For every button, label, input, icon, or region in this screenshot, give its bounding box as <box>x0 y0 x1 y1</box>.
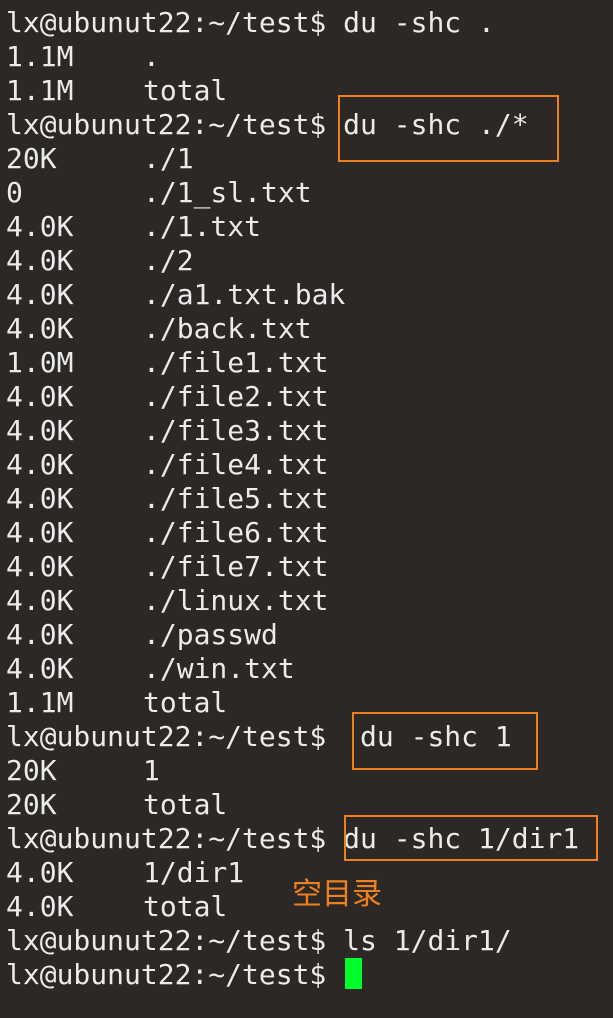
output-path: ./1_sl.txt <box>143 176 312 209</box>
highlight-box-du-dir <box>352 712 538 770</box>
cursor <box>345 958 362 989</box>
prompt-line-1: lx@ubunut22:~/test$ du -shc . <box>6 6 495 40</box>
output-size: 4.0K <box>6 550 74 583</box>
output-path: ./file4.txt <box>143 448 329 481</box>
prompt-line-5: lx@ubunut22:~/test$ ls 1/dir1/ <box>6 924 512 958</box>
output-size: 4.0K <box>6 618 74 651</box>
output-size: 4.0K <box>6 482 74 515</box>
output-path: total <box>143 788 228 821</box>
output-size: 0 <box>6 176 23 209</box>
output-path: ./1 <box>143 142 194 175</box>
output-size: 4.0K <box>6 380 74 413</box>
output-path: ./a1.txt.bak <box>143 278 346 311</box>
output-path: ./win.txt <box>143 652 295 685</box>
output-size: 4.0K <box>6 516 74 549</box>
output-path: total <box>143 890 228 923</box>
shell-prompt: lx@ubunut22:~/test$ <box>6 6 327 39</box>
output-path: total <box>143 686 228 719</box>
shell-prompt: lx@ubunut22:~/test$ <box>6 108 327 141</box>
output-size: 20K <box>6 142 57 175</box>
output-size: 1.0M <box>6 346 74 379</box>
output-size: 4.0K <box>6 312 74 345</box>
output-path: ./file3.txt <box>143 414 329 447</box>
output-path: ./2 <box>143 244 194 277</box>
output-size: 1.1M <box>6 686 74 719</box>
output-size: 20K <box>6 754 57 787</box>
output-path: ./linux.txt <box>143 584 329 617</box>
output-path: ./back.txt <box>143 312 312 345</box>
command-input[interactable] <box>326 958 343 991</box>
output-size: 4.0K <box>6 448 74 481</box>
output-path: ./file5.txt <box>143 482 329 515</box>
output-path: total <box>143 74 228 107</box>
shell-prompt: lx@ubunut22:~/test$ <box>6 958 327 991</box>
output-size: 4.0K <box>6 210 74 243</box>
prompt-line-current[interactable]: lx@ubunut22:~/test$ <box>6 958 343 992</box>
shell-prompt: lx@ubunut22:~/test$ <box>6 822 327 855</box>
command-text: ls 1/dir1/ <box>326 924 512 957</box>
output-size: 4.0K <box>6 278 74 311</box>
output-path: ./file1.txt <box>143 346 329 379</box>
output-path: ./1.txt <box>143 210 262 243</box>
output-size: 20K <box>6 788 57 821</box>
shell-prompt: lx@ubunut22:~/test$ <box>6 924 327 957</box>
command-text: du -shc . <box>326 6 495 39</box>
output-size: 4.0K <box>6 652 74 685</box>
output-size: 1.1M <box>6 74 74 107</box>
output-size: 4.0K <box>6 856 74 889</box>
output-size: 4.0K <box>6 414 74 447</box>
highlight-box-du-glob <box>338 95 559 162</box>
highlight-box-du-subdir <box>344 815 598 861</box>
output-path: ./file7.txt <box>143 550 329 583</box>
output-size: 4.0K <box>6 244 74 277</box>
shell-prompt: lx@ubunut22:~/test$ <box>6 720 327 753</box>
output-path: ./passwd <box>143 618 278 651</box>
terminal-window[interactable]: lx@ubunut22:~/test$ du -shc . 1.1M . 1.1… <box>0 0 613 1018</box>
output-path: ./file6.txt <box>143 516 329 549</box>
output-size: 1.1M <box>6 40 74 73</box>
empty-directory-annotation: 空目录 <box>292 877 382 912</box>
output-size: 4.0K <box>6 584 74 617</box>
output-path: ./file2.txt <box>143 380 329 413</box>
output-path: . <box>143 40 160 73</box>
output-size: 4.0K <box>6 890 74 923</box>
output-path: 1 <box>143 754 160 787</box>
output-path: 1/dir1 <box>143 856 245 889</box>
